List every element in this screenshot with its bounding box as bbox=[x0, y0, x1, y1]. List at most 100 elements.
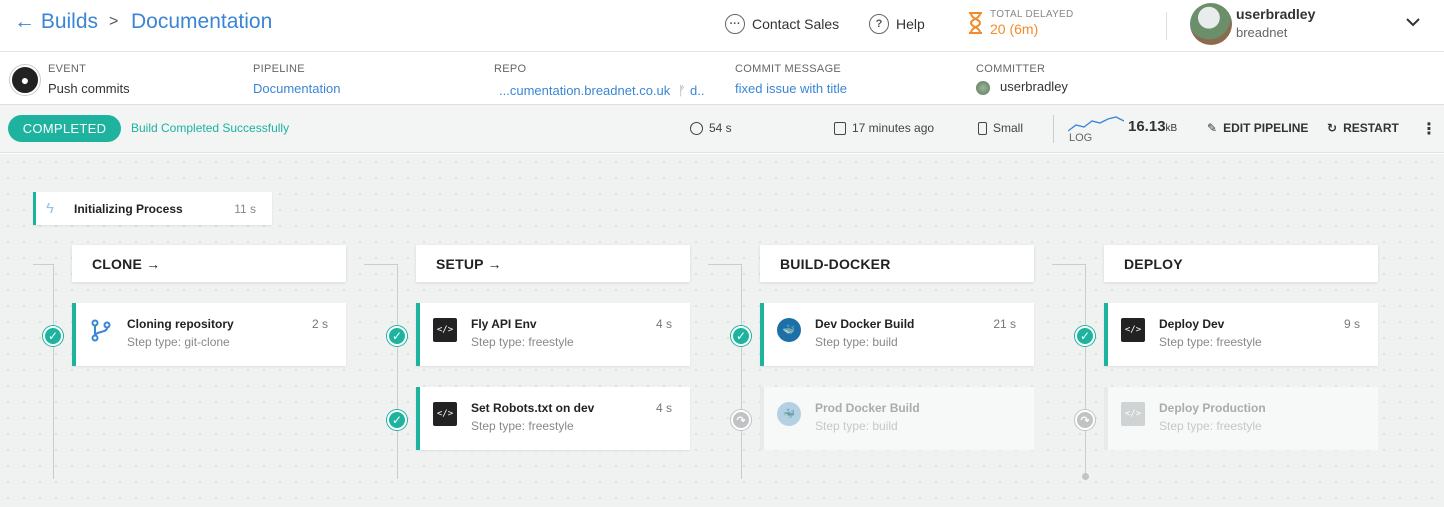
step-time: 21 s bbox=[993, 317, 1016, 331]
initializing-process-step[interactable]: ϟ Initializing Process 11 s bbox=[33, 192, 272, 225]
step-type: Step type: freestyle bbox=[471, 419, 574, 433]
step-pending-icon: ↷ bbox=[1075, 410, 1095, 430]
git-branch-icon bbox=[91, 319, 111, 342]
step-prod-docker-build[interactable]: 🐳 Prod Docker Build Step type: build bbox=[760, 387, 1034, 450]
hourglass-icon bbox=[969, 12, 982, 34]
stopwatch-icon bbox=[690, 121, 703, 135]
time-ago-stat: 17 minutes ago bbox=[834, 121, 934, 135]
time-ago-value: 17 minutes ago bbox=[852, 121, 935, 135]
log-label[interactable]: LOG bbox=[1069, 132, 1092, 144]
step-type: Step type: git-clone bbox=[127, 335, 230, 349]
step-success-icon: ✓ bbox=[731, 326, 751, 346]
step-time: 9 s bbox=[1343, 317, 1360, 331]
stage-header-deploy[interactable]: DEPLOY bbox=[1104, 245, 1378, 282]
stage-header-setup[interactable]: SETUP → bbox=[416, 245, 690, 282]
machine-size-icon bbox=[978, 121, 987, 135]
step-cloning-repository[interactable]: Cloning repository Step type: git-clone … bbox=[72, 303, 346, 366]
question-icon: ? bbox=[869, 14, 889, 34]
step-title: Set Robots.txt on dev bbox=[471, 401, 595, 415]
log-size-unit: kB bbox=[1165, 123, 1178, 134]
step-type: Step type: freestyle bbox=[471, 335, 574, 349]
log-sparkline[interactable] bbox=[1068, 113, 1124, 133]
step-title: Deploy Production bbox=[1159, 401, 1266, 415]
terminal-icon: </> bbox=[1121, 402, 1145, 426]
edit-pipeline-label: EDIT PIPELINE bbox=[1223, 121, 1309, 135]
connector-line bbox=[708, 264, 741, 265]
edit-pipeline-button[interactable]: ✎ EDIT PIPELINE bbox=[1207, 121, 1308, 135]
duration-stat: 54 s bbox=[690, 121, 732, 135]
size-stat: Small bbox=[978, 121, 1023, 135]
step-deploy-dev[interactable]: </> Deploy Dev Step type: freestyle 9 s bbox=[1104, 303, 1378, 366]
committer-name: userbradley bbox=[1000, 79, 1068, 94]
breadcrumb-separator: > bbox=[109, 13, 119, 30]
event-value: Push commits bbox=[48, 81, 130, 96]
pipeline-canvas: ϟ Initializing Process 11 s CLONE → ✓ Cl… bbox=[0, 154, 1444, 507]
terminal-icon: </> bbox=[433, 318, 457, 342]
help-label: Help bbox=[896, 16, 925, 32]
chevron-down-icon[interactable] bbox=[1405, 14, 1421, 30]
total-delayed-value: 20 (6m) bbox=[990, 21, 1039, 37]
build-info-bar: ● EVENT Push commits PIPELINE Documentat… bbox=[0, 53, 1444, 105]
contact-sales-button[interactable]: ··· Contact Sales bbox=[725, 14, 839, 34]
calendar-icon bbox=[834, 121, 846, 135]
step-type: Step type: build bbox=[815, 335, 898, 349]
terminal-icon: </> bbox=[1121, 318, 1145, 342]
status-badge: COMPLETED bbox=[8, 115, 121, 142]
duration-value: 54 s bbox=[709, 121, 732, 135]
lightning-icon: ϟ bbox=[46, 200, 54, 217]
status-message: Build Completed Successfully bbox=[131, 121, 290, 135]
repo-label: REPO bbox=[494, 63, 527, 75]
branch-link[interactable]: d.. bbox=[690, 83, 704, 98]
top-bar: ← Builds > Documentation ··· Contact Sal… bbox=[0, 0, 1444, 52]
step-success-icon: ✓ bbox=[43, 326, 63, 346]
pipeline-link[interactable]: Documentation bbox=[253, 81, 340, 96]
breadcrumb-current[interactable]: Documentation bbox=[131, 10, 272, 34]
step-dev-docker-build[interactable]: 🐳 Dev Docker Build Step type: build 21 s bbox=[760, 303, 1034, 366]
connector-line bbox=[53, 264, 54, 479]
connector-line bbox=[364, 264, 397, 265]
repo-link[interactable]: ...cumentation.breadnet.co.uk bbox=[499, 83, 670, 98]
step-success-icon: ✓ bbox=[387, 410, 407, 430]
committer-avatar bbox=[976, 80, 990, 95]
total-delayed-label: TOTAL DELAYED bbox=[990, 9, 1074, 20]
commit-message-link[interactable]: fixed issue with title bbox=[735, 81, 847, 96]
breadcrumb-builds-link[interactable]: ← Builds bbox=[14, 10, 98, 34]
divider bbox=[1166, 12, 1167, 40]
pipeline-end-dot bbox=[1082, 473, 1089, 480]
user-org: breadnet bbox=[1236, 25, 1288, 40]
more-menu-icon[interactable]: ⋮ bbox=[1421, 119, 1437, 139]
init-time: 11 s bbox=[234, 202, 256, 216]
event-label: EVENT bbox=[48, 63, 87, 75]
log-size: 16.13kB bbox=[1128, 118, 1177, 135]
step-deploy-production[interactable]: </> Deploy Production Step type: freesty… bbox=[1104, 387, 1378, 450]
restart-label: RESTART bbox=[1343, 121, 1399, 135]
pipeline-label: PIPELINE bbox=[253, 63, 305, 75]
step-fly-api-env[interactable]: </> Fly API Env Step type: freestyle 4 s bbox=[416, 303, 690, 366]
connector-line bbox=[1085, 264, 1086, 474]
step-success-icon: ✓ bbox=[1075, 326, 1095, 346]
step-success-icon: ✓ bbox=[387, 326, 407, 346]
step-set-robots[interactable]: </> Set Robots.txt on dev Step type: fre… bbox=[416, 387, 690, 450]
step-time: 4 s bbox=[655, 401, 672, 415]
step-time: 2 s bbox=[311, 317, 328, 331]
init-title: Initializing Process bbox=[74, 202, 183, 216]
status-bar: COMPLETED Build Completed Successfully 5… bbox=[0, 105, 1444, 153]
commit-message-label: COMMIT MESSAGE bbox=[735, 63, 842, 75]
chat-icon: ··· bbox=[725, 14, 745, 34]
contact-sales-label: Contact Sales bbox=[752, 16, 840, 32]
stage-header-build-docker[interactable]: BUILD-DOCKER bbox=[760, 245, 1034, 282]
docker-icon: 🐳 bbox=[777, 318, 801, 342]
committer: userbradley bbox=[976, 79, 1068, 95]
step-type: Step type: freestyle bbox=[1159, 419, 1262, 433]
help-button[interactable]: ? Help bbox=[869, 14, 925, 34]
stage-header-clone[interactable]: CLONE → bbox=[72, 245, 346, 282]
restart-button[interactable]: ↻ RESTART bbox=[1327, 121, 1399, 135]
connector-line bbox=[397, 264, 398, 479]
user-name: userbradley bbox=[1236, 6, 1316, 22]
committer-label: COMMITTER bbox=[976, 63, 1046, 75]
step-title: Fly API Env bbox=[471, 317, 537, 331]
connector-line bbox=[33, 264, 53, 265]
step-pending-icon: ↷ bbox=[731, 410, 751, 430]
avatar[interactable] bbox=[1190, 3, 1232, 45]
terminal-icon: </> bbox=[433, 402, 457, 426]
